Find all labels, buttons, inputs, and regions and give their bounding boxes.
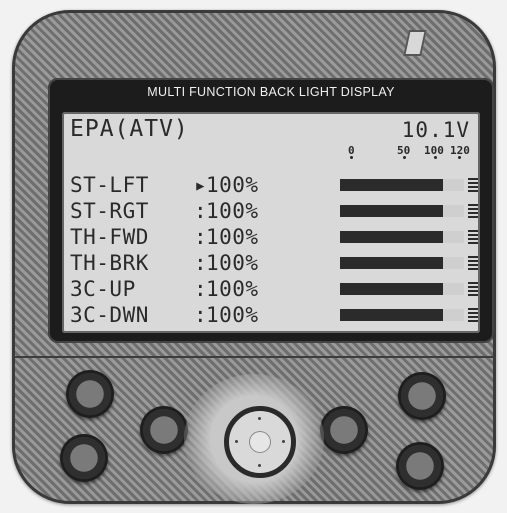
bar-overtravel-marks [468, 308, 478, 322]
scale-label-100: 100 [424, 144, 444, 157]
setting-value: 100% [206, 173, 259, 197]
setting-label: 3C-DWN [70, 303, 149, 327]
scale-tick [434, 156, 437, 159]
display-bezel: MULTI FUNCTION BACK LIGHT DISPLAY EPA(AT… [48, 78, 494, 343]
level-bar [340, 257, 464, 269]
scale-tick [350, 156, 353, 159]
menu-title: EPA(ATV) [70, 116, 189, 142]
level-bar [340, 309, 464, 321]
level-bar-fill [340, 283, 443, 295]
level-bar-fill [340, 309, 443, 321]
jog-dial-center-button[interactable] [249, 431, 271, 453]
setting-label: TH-FWD [70, 225, 149, 249]
setting-row-th-brk[interactable]: TH-BRK : 100% [70, 250, 478, 276]
setting-row-st-rgt[interactable]: ST-RGT : 100% [70, 198, 478, 224]
up-dot-icon [258, 417, 261, 420]
setting-row-3c-dwn[interactable]: 3C-DWN : 100% [70, 302, 478, 328]
setting-value: 100% [206, 277, 259, 301]
level-bar-fill [340, 231, 443, 243]
level-bar [340, 179, 464, 191]
jog-dial[interactable] [224, 406, 296, 478]
setting-separator: : [194, 225, 207, 249]
right-dot-icon [282, 440, 285, 443]
setting-value: 100% [206, 251, 259, 275]
setting-label: ST-RGT [70, 199, 149, 223]
setting-row-st-lft[interactable]: ST-LFT ▸ 100% [70, 172, 478, 198]
bar-overtravel-marks [468, 178, 478, 192]
transmitter-body: MULTI FUNCTION BACK LIGHT DISPLAY EPA(AT… [12, 10, 496, 504]
level-bar [340, 283, 464, 295]
level-bar-fill [340, 205, 443, 217]
top-right-button[interactable] [398, 372, 446, 420]
down-dot-icon [258, 464, 261, 467]
display-header: MULTI FUNCTION BACK LIGHT DISPLAY [147, 85, 395, 99]
lcd-screen: EPA(ATV) 10.1V 0 50 100 120 ST-LFT ▸ 100… [62, 112, 480, 333]
bottom-left-button[interactable] [60, 434, 108, 482]
setting-label: TH-BRK [70, 251, 149, 275]
selection-cursor: ▸ [194, 173, 207, 197]
left-button[interactable] [140, 406, 188, 454]
top-left-button[interactable] [66, 370, 114, 418]
setting-label: 3C-UP [70, 277, 149, 301]
battery-voltage: 10.1V [401, 118, 470, 142]
scale-tick [403, 156, 406, 159]
setting-value: 100% [206, 199, 259, 223]
scale-label-120: 120 [450, 144, 470, 157]
level-bar-fill [340, 257, 443, 269]
setting-label: ST-LFT [70, 173, 149, 197]
setting-separator: : [194, 251, 207, 275]
bar-overtravel-marks [468, 230, 478, 244]
setting-separator: : [194, 303, 207, 327]
setting-separator: : [194, 277, 207, 301]
antenna-tab [403, 30, 427, 56]
right-button[interactable] [320, 406, 368, 454]
left-dot-icon [235, 440, 238, 443]
bottom-right-button[interactable] [396, 442, 444, 490]
setting-value: 100% [206, 225, 259, 249]
level-bar [340, 205, 464, 217]
setting-separator: : [194, 199, 207, 223]
level-bar-fill [340, 179, 443, 191]
setting-row-th-fwd[interactable]: TH-FWD : 100% [70, 224, 478, 250]
scale-tick [458, 156, 461, 159]
bar-overtravel-marks [468, 204, 478, 218]
setting-row-3c-up[interactable]: 3C-UP : 100% [70, 276, 478, 302]
setting-value: 100% [206, 303, 259, 327]
level-bar [340, 231, 464, 243]
bar-overtravel-marks [468, 282, 478, 296]
bar-overtravel-marks [468, 256, 478, 270]
